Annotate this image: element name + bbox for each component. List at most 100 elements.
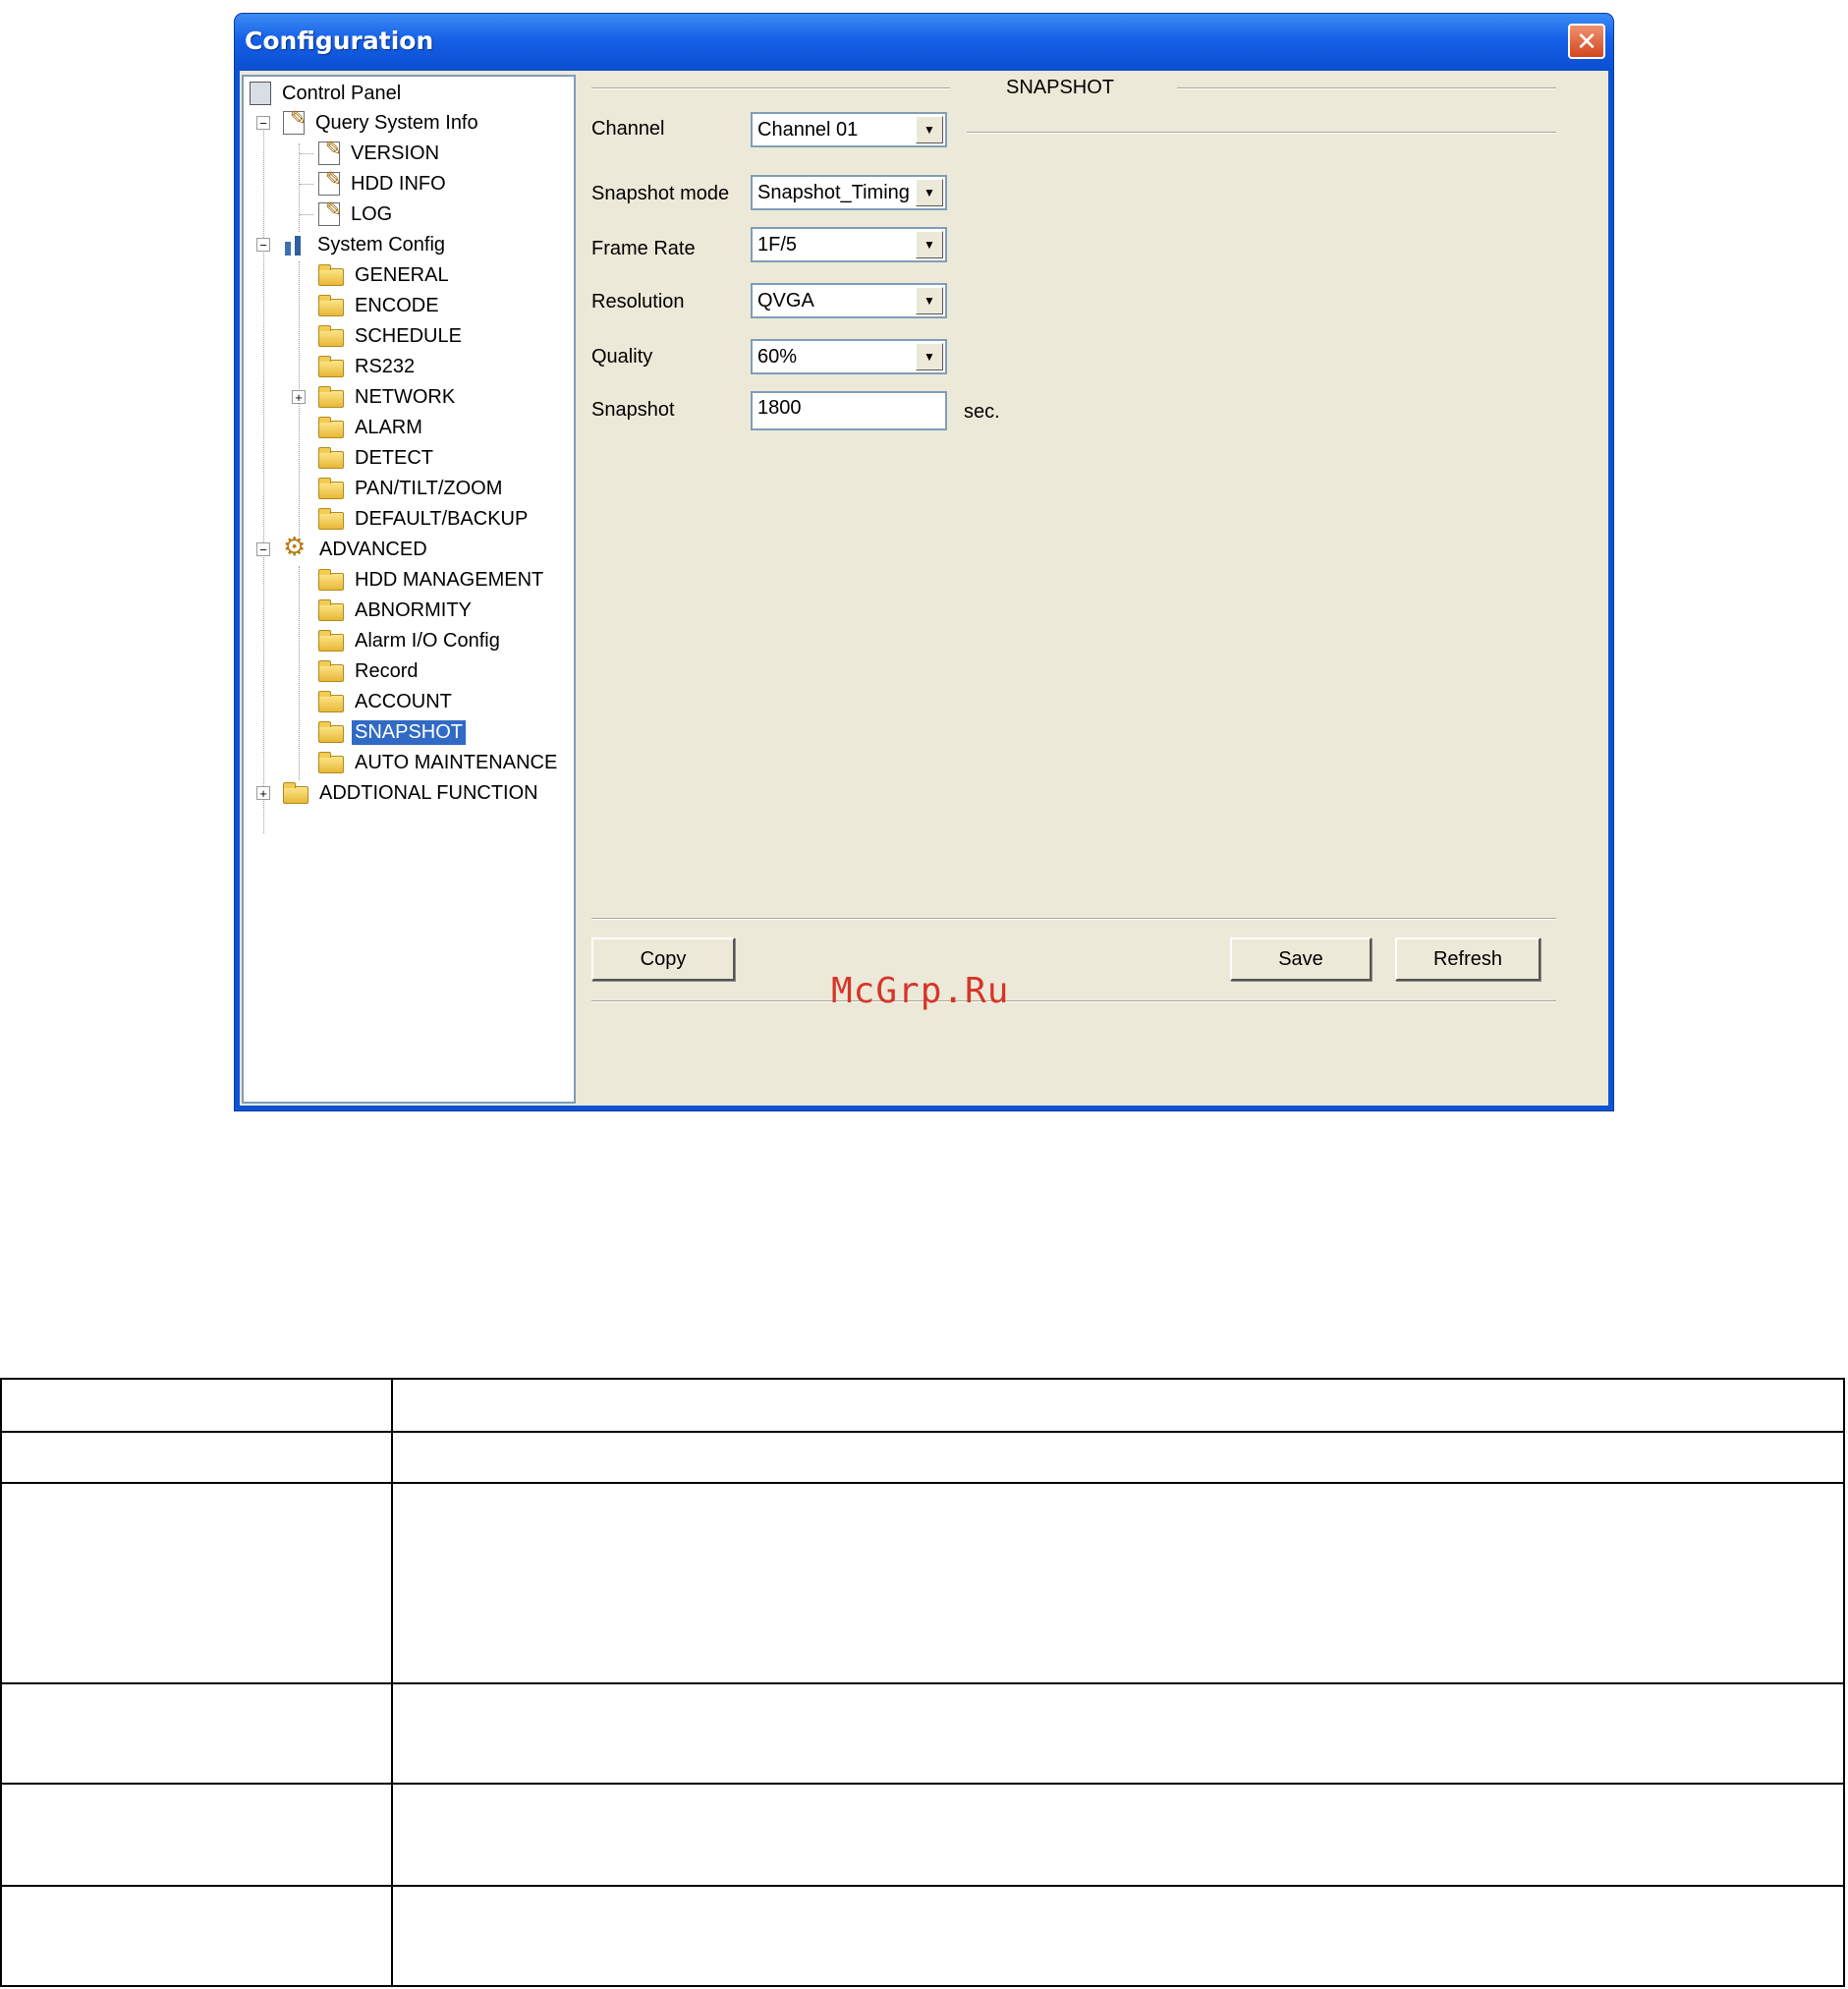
folder-icon bbox=[318, 263, 344, 286]
table-cell bbox=[0, 1885, 393, 1987]
table-cell bbox=[391, 1783, 1845, 1887]
section-title: SNAPSHOT bbox=[1006, 77, 1115, 98]
folder-icon bbox=[318, 355, 344, 377]
chevron-down-icon[interactable]: ▼ bbox=[916, 287, 943, 314]
tree-item-rs232[interactable]: RS232 bbox=[318, 352, 418, 381]
tree-item-detect[interactable]: DETECT bbox=[318, 443, 436, 473]
table-cell bbox=[391, 1431, 1845, 1484]
tree-item-system-config[interactable]: System Config bbox=[283, 230, 448, 259]
quality-label: Quality bbox=[591, 346, 653, 368]
tree-item-version[interactable]: VERSION bbox=[318, 137, 442, 168]
tree-item-record[interactable]: Record bbox=[318, 656, 420, 686]
tree-item-pan-tilt-zoom[interactable]: PAN/TILT/ZOOM bbox=[318, 474, 505, 503]
edit-document-icon bbox=[283, 106, 307, 135]
table-cell bbox=[391, 1885, 1845, 1987]
tree-item-snapshot[interactable]: SNAPSHOT bbox=[318, 717, 467, 747]
edit-document-icon bbox=[318, 167, 342, 196]
tree-item-abnormity[interactable]: ABNORMITY bbox=[318, 596, 475, 625]
tree-item-alarm[interactable]: ALARM bbox=[318, 413, 425, 442]
tree-item-hdd-info[interactable]: HDD INFO bbox=[318, 167, 449, 199]
tree-item-network[interactable]: NETWORK bbox=[318, 382, 458, 412]
table-row bbox=[0, 1431, 1845, 1484]
interval-unit: sec. bbox=[964, 401, 1000, 423]
watermark: McGrp.Ru bbox=[831, 971, 1010, 1011]
tree-item-account[interactable]: ACCOUNT bbox=[318, 687, 455, 716]
folder-icon bbox=[318, 659, 344, 682]
collapse-toggle[interactable]: − bbox=[256, 116, 270, 130]
tree-item-general[interactable]: GENERAL bbox=[318, 260, 452, 290]
table-cell bbox=[0, 1482, 393, 1684]
folder-icon bbox=[318, 629, 344, 652]
tree-guide bbox=[299, 143, 300, 232]
table-row bbox=[0, 1682, 1845, 1785]
copy-button[interactable]: Copy bbox=[591, 938, 735, 981]
folder-icon bbox=[318, 690, 344, 712]
collapse-toggle[interactable]: − bbox=[256, 238, 270, 252]
refresh-button[interactable]: Refresh bbox=[1395, 938, 1540, 981]
chevron-down-icon[interactable]: ▼ bbox=[916, 343, 943, 370]
table-cell bbox=[391, 1482, 1845, 1684]
quality-select[interactable]: 60% ▼ bbox=[751, 339, 947, 374]
resolution-select[interactable]: QVGA ▼ bbox=[751, 283, 947, 318]
close-icon: ✕ bbox=[1576, 26, 1597, 56]
resolution-label: Resolution bbox=[591, 291, 685, 313]
folder-icon bbox=[318, 507, 344, 530]
table-row bbox=[0, 1378, 1845, 1433]
navigation-tree: Control Panel − Query System Info VERSIO… bbox=[242, 75, 576, 1104]
channel-select[interactable]: Channel 01 ▼ bbox=[751, 112, 947, 147]
tree-guide bbox=[263, 116, 264, 833]
snapshot-mode-select[interactable]: Snapshot_Timing ▼ bbox=[751, 175, 947, 210]
frame-rate-select[interactable]: 1F/5 ▼ bbox=[751, 227, 947, 262]
table-cell bbox=[391, 1682, 1845, 1785]
computer-icon bbox=[250, 82, 271, 105]
edit-document-icon bbox=[318, 137, 342, 165]
frame-rate-label: Frame Rate bbox=[591, 238, 696, 259]
chevron-down-icon[interactable]: ▼ bbox=[916, 116, 943, 143]
table-row bbox=[0, 1783, 1845, 1887]
collapse-toggle[interactable]: − bbox=[256, 542, 270, 556]
chevron-down-icon[interactable]: ▼ bbox=[916, 231, 943, 258]
table-row bbox=[0, 1482, 1845, 1684]
tree-branch bbox=[300, 184, 313, 185]
table-cell bbox=[0, 1682, 393, 1785]
tree-item-additional-function[interactable]: ADDTIONAL FUNCTION bbox=[283, 778, 541, 808]
tree-item-schedule[interactable]: SCHEDULE bbox=[318, 321, 465, 351]
folder-icon bbox=[318, 751, 344, 773]
snapshot-mode-label: Snapshot mode bbox=[591, 183, 730, 204]
save-button[interactable]: Save bbox=[1230, 938, 1372, 981]
close-button[interactable]: ✕ bbox=[1568, 24, 1605, 59]
snapshot-interval-label: Snapshot bbox=[591, 399, 675, 421]
table-row bbox=[0, 1885, 1845, 1987]
tree-item-alarm-io-config[interactable]: Alarm I/O Config bbox=[318, 626, 503, 655]
tree-item-query-system-info[interactable]: Query System Info bbox=[283, 106, 481, 138]
tools-icon bbox=[283, 234, 307, 256]
title-bar[interactable]: Configuration ✕ bbox=[235, 14, 1613, 71]
tree-item-control-panel[interactable]: Control Panel bbox=[250, 79, 404, 108]
window-title: Configuration bbox=[245, 27, 434, 55]
folder-icon bbox=[318, 598, 344, 621]
folder-icon bbox=[318, 477, 344, 499]
channel-label: Channel bbox=[591, 118, 665, 140]
tree-item-advanced[interactable]: ADVANCED bbox=[283, 532, 430, 564]
separator bbox=[967, 132, 1556, 134]
expand-toggle[interactable]: + bbox=[292, 390, 306, 404]
snapshot-interval-input[interactable]: 1800 bbox=[751, 391, 947, 430]
expand-toggle[interactable]: + bbox=[256, 786, 270, 800]
table-cell bbox=[0, 1783, 393, 1887]
folder-icon bbox=[318, 568, 344, 591]
folder-icon bbox=[318, 294, 344, 316]
folder-icon bbox=[318, 416, 344, 438]
tree-item-hdd-management[interactable]: HDD MANAGEMENT bbox=[318, 565, 546, 595]
gears-icon bbox=[283, 532, 308, 562]
tree-branch bbox=[300, 214, 313, 215]
folder-icon bbox=[318, 446, 344, 469]
table-cell bbox=[0, 1378, 393, 1433]
configuration-window: Configuration ✕ Control Panel − Query Sy… bbox=[235, 14, 1613, 1110]
tree-item-log[interactable]: LOG bbox=[318, 198, 395, 229]
window-client: Control Panel − Query System Info VERSIO… bbox=[240, 71, 1608, 1106]
chevron-down-icon[interactable]: ▼ bbox=[916, 179, 943, 206]
tree-item-default-backup[interactable]: DEFAULT/BACKUP bbox=[318, 504, 531, 534]
separator bbox=[591, 918, 1556, 920]
tree-item-encode[interactable]: ENCODE bbox=[318, 291, 442, 320]
tree-item-auto-maintenance[interactable]: AUTO MAINTENANCE bbox=[318, 748, 560, 777]
